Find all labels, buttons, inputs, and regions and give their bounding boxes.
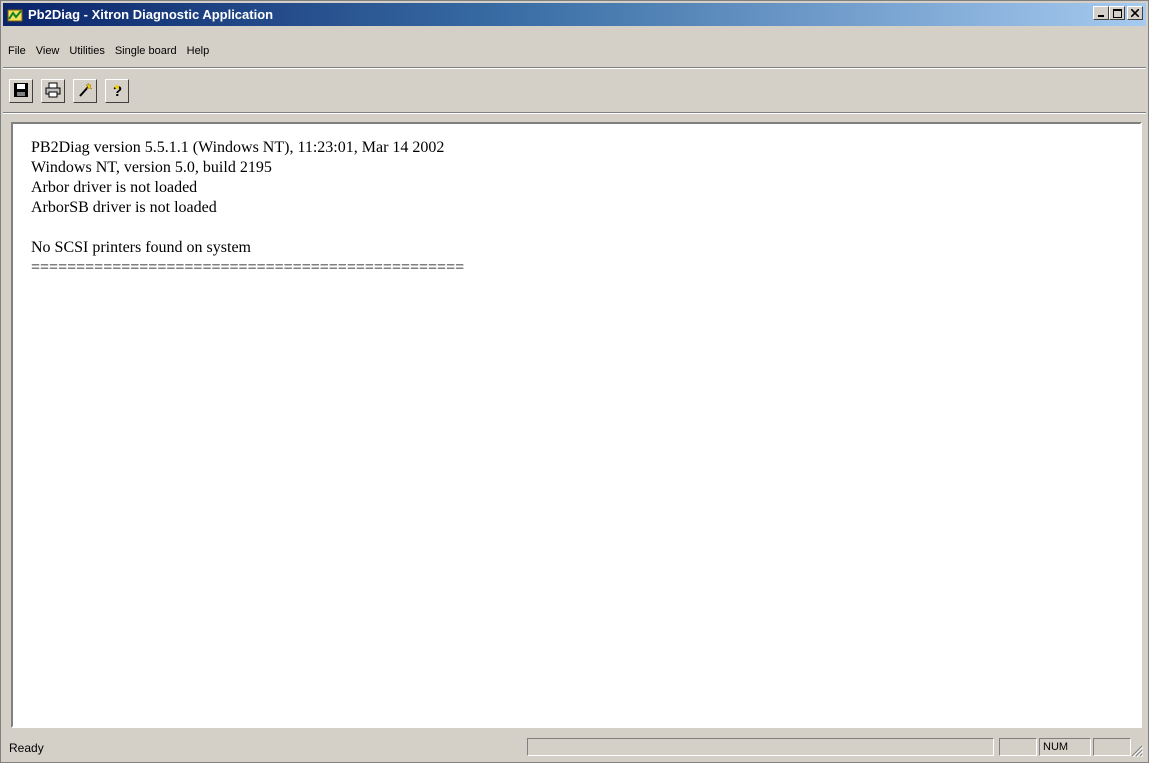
output-line: ========================================… [31,259,465,276]
status-bar: Ready NUM [3,736,1146,760]
resize-grip-icon[interactable] [1131,745,1144,758]
menu-view[interactable]: View [31,45,65,57]
output-text: PB2Diag version 5.5.1.1 (Windows NT), 11… [13,124,1140,278]
save-icon [13,82,29,101]
title-bar[interactable]: Pb2Diag - Xitron Diagnostic Application [3,3,1146,26]
output-line: Windows NT, version 5.0, build 2195 [31,159,272,176]
menu-separator [3,67,1146,69]
menu-single-board[interactable]: Single board [110,45,182,57]
menu-bar: File View Utilities Single board Help [3,40,214,62]
help-button[interactable]: ? [105,79,129,103]
menu-file[interactable]: File [3,45,31,57]
window-title: Pb2Diag - Xitron Diagnostic Application [28,7,274,22]
print-button[interactable] [41,79,65,103]
num-lock-indicator: NUM [1043,741,1069,753]
status-pane-scroll [1093,738,1131,756]
output-line: PB2Diag version 5.5.1.1 (Windows NT), 11… [31,139,445,156]
close-button[interactable] [1127,6,1143,20]
caption-buttons [1093,6,1143,20]
output-line: No SCSI printers found on system [31,239,251,256]
help-icon: ? [109,82,125,101]
app-window: Pb2Diag - Xitron Diagnostic Application … [0,0,1149,763]
maximize-button[interactable] [1109,6,1125,20]
wand-button[interactable] [73,79,97,103]
print-icon [45,82,61,101]
status-pane-progress [527,738,994,756]
save-button[interactable] [9,79,33,103]
output-line: ArborSB driver is not loaded [31,199,217,216]
output-line: Arbor driver is not loaded [31,179,198,196]
toolbar-separator [3,112,1146,114]
status-pane-num: NUM [1039,738,1091,756]
app-icon [7,7,23,23]
menu-utilities[interactable]: Utilities [64,45,109,57]
wand-icon [77,82,93,101]
toolbar: ? [3,76,129,106]
status-text: Ready [9,741,44,755]
minimize-button[interactable] [1093,6,1109,20]
menu-help[interactable]: Help [182,45,215,57]
output-pane[interactable]: PB2Diag version 5.5.1.1 (Windows NT), 11… [11,122,1142,728]
status-pane-caps [999,738,1037,756]
